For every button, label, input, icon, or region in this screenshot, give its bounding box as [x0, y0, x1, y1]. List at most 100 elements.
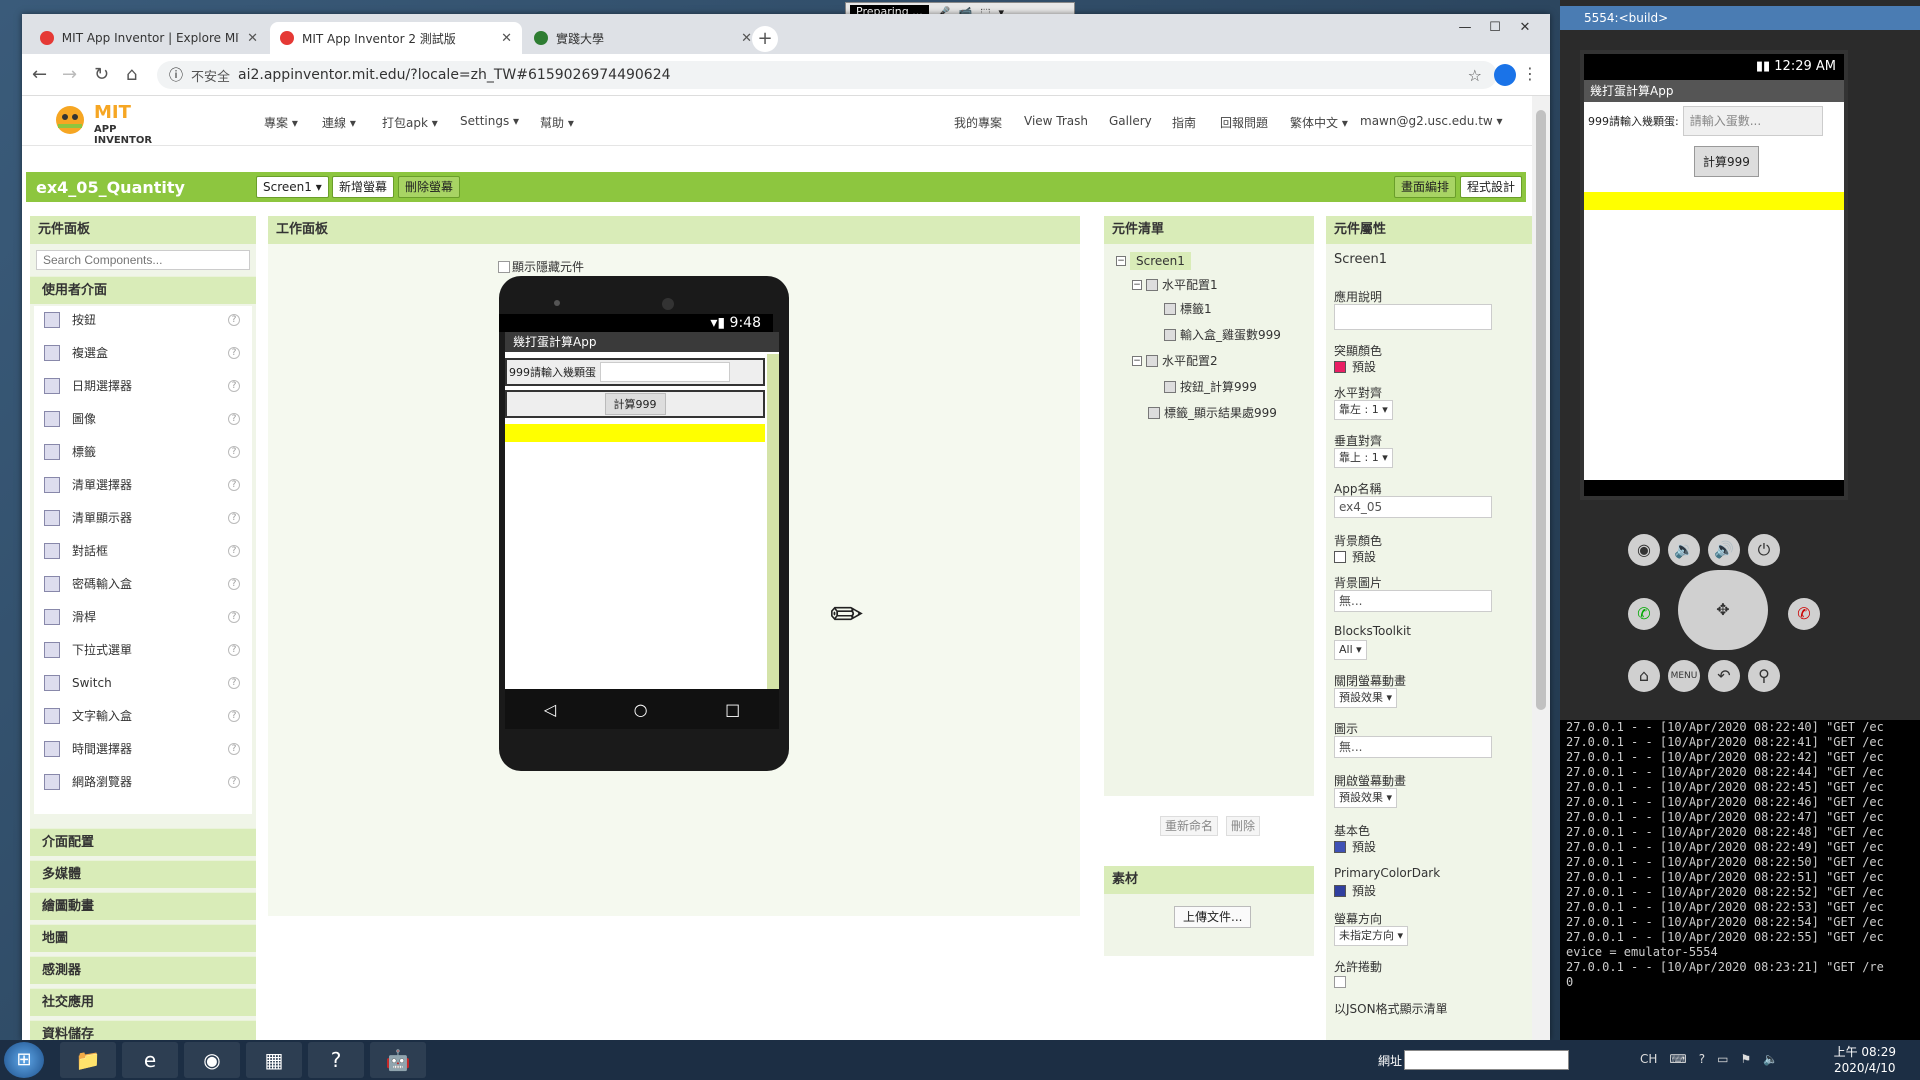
- help-icon[interactable]: ?: [228, 709, 240, 722]
- menu-guide[interactable]: 指南: [1172, 114, 1196, 131]
- result-label[interactable]: [505, 424, 765, 442]
- menu-button[interactable]: MENU: [1668, 660, 1700, 692]
- back-icon[interactable]: ↶: [1708, 660, 1740, 692]
- help-icon[interactable]: ?: [228, 478, 240, 491]
- palette-item[interactable]: 日期選擇器?: [34, 372, 252, 399]
- collapse-icon[interactable]: −: [1132, 355, 1142, 366]
- power-icon[interactable]: ⏻: [1748, 534, 1780, 566]
- upload-file-button[interactable]: 上傳文件...: [1174, 906, 1252, 928]
- label1[interactable]: 999請輸入幾顆蛋: [509, 364, 596, 380]
- camera-icon[interactable]: ◉: [1628, 534, 1660, 566]
- checkbox[interactable]: [498, 260, 510, 273]
- closeanim-select[interactable]: 預設效果 ▾: [1334, 688, 1398, 708]
- horizontal-arrangement-2[interactable]: 計算999: [505, 390, 765, 418]
- accent-color[interactable]: 預設: [1334, 358, 1376, 375]
- end-call-icon[interactable]: ✆: [1788, 598, 1820, 630]
- mit-logo[interactable]: MIT APP INVENTOR: [52, 100, 172, 146]
- menu-report[interactable]: 回報問題: [1220, 114, 1268, 131]
- tree-node[interactable]: 標籤_顯示結果處999: [1148, 404, 1277, 421]
- emulator-calc-button[interactable]: 計算999: [1694, 146, 1759, 177]
- palette-item[interactable]: 清單顯示器?: [34, 504, 252, 531]
- node-label[interactable]: 按鈕_計算999: [1180, 378, 1257, 395]
- help-icon[interactable]: ?: [228, 511, 240, 524]
- dpad[interactable]: ✥: [1678, 570, 1768, 650]
- keyboard-icon[interactable]: ⌨: [1669, 1052, 1686, 1066]
- menu-help[interactable]: 幫助 ▾: [540, 114, 574, 131]
- chrome-icon[interactable]: ◉: [184, 1042, 240, 1078]
- section-layout[interactable]: 介面配置: [30, 828, 256, 856]
- delete-button[interactable]: 刪除: [1226, 816, 1261, 836]
- forward-icon[interactable]: →: [62, 64, 77, 85]
- help-icon[interactable]: ?: [228, 676, 240, 689]
- node-label[interactable]: Screen1: [1130, 252, 1191, 270]
- close-icon[interactable]: ✕: [741, 31, 752, 46]
- palette-item[interactable]: 密碼輸入盒?: [34, 570, 252, 597]
- valign-select[interactable]: 靠上 : 1 ▾: [1334, 448, 1393, 468]
- palette-item[interactable]: 複選盒?: [34, 339, 252, 366]
- close-icon[interactable]: ✕: [247, 31, 258, 46]
- blocks-button[interactable]: 程式設計: [1460, 176, 1523, 198]
- screen-select[interactable]: Screen1 ▾: [256, 176, 329, 198]
- palette-item[interactable]: 下拉式選單?: [34, 636, 252, 663]
- url-bar[interactable]: ⓘ 不安全 ai2.appinventor.mit.edu/?locale=zh…: [157, 61, 1497, 89]
- minimize-button[interactable]: —: [1452, 20, 1478, 38]
- info-icon[interactable]: ⓘ: [169, 65, 183, 85]
- tab-explore[interactable]: MIT App Inventor | Explore MIT ✕: [30, 22, 268, 54]
- help-icon[interactable]: ?: [228, 643, 240, 656]
- page-scrollbar[interactable]: [1532, 96, 1550, 1040]
- palette-item[interactable]: 圖像?: [34, 405, 252, 432]
- net-address-input[interactable]: [1404, 1050, 1569, 1070]
- palette-item[interactable]: 文字輸入盒?: [34, 702, 252, 729]
- blockstoolkit-select[interactable]: All ▾: [1334, 640, 1367, 660]
- help-icon[interactable]: ?: [228, 544, 240, 557]
- drive-icon[interactable]: ▦: [246, 1042, 302, 1078]
- node-label[interactable]: 輸入盒_雞蛋數999: [1180, 326, 1281, 343]
- volume-down-icon[interactable]: 🔉: [1668, 534, 1700, 566]
- calc-button[interactable]: 計算999: [604, 393, 666, 415]
- menu-settings[interactable]: Settings ▾: [460, 114, 519, 128]
- explorer-icon[interactable]: 📁: [60, 1042, 116, 1078]
- openanim-select[interactable]: 預設效果 ▾: [1334, 788, 1398, 808]
- help-icon[interactable]: ?: [228, 313, 240, 326]
- network-icon[interactable]: ▭: [1717, 1052, 1728, 1066]
- search-components-input[interactable]: [36, 250, 250, 270]
- palette-item[interactable]: 滑桿?: [34, 603, 252, 630]
- collapse-icon[interactable]: −: [1116, 256, 1126, 266]
- node-label[interactable]: 標籤1: [1180, 300, 1212, 317]
- section-sensors[interactable]: 感測器: [30, 956, 256, 984]
- call-icon[interactable]: ✆: [1628, 598, 1660, 630]
- home-icon[interactable]: ⌂: [1628, 660, 1660, 692]
- halign-select[interactable]: 靠左 : 1 ▾: [1334, 400, 1393, 420]
- close-window-button[interactable]: ✕: [1512, 20, 1538, 38]
- primarydark-color[interactable]: 預設: [1334, 882, 1376, 899]
- flag-icon[interactable]: ⚑: [1740, 1052, 1751, 1066]
- home-icon[interactable]: ⌂: [126, 64, 137, 85]
- section-media[interactable]: 多媒體: [30, 860, 256, 888]
- palette-item[interactable]: Switch?: [34, 669, 252, 696]
- menu-gallery[interactable]: Gallery: [1109, 114, 1152, 128]
- show-hidden-checkbox[interactable]: 顯示隱藏元件: [498, 258, 584, 275]
- url-text[interactable]: ai2.appinventor.mit.edu/?locale=zh_TW#61…: [238, 67, 671, 83]
- add-screen-button[interactable]: 新增螢幕: [332, 176, 395, 198]
- section-storage[interactable]: 資料儲存: [30, 1020, 256, 1040]
- profile-avatar[interactable]: [1494, 64, 1516, 86]
- palette-item[interactable]: 按鈕?: [34, 306, 252, 333]
- menu-project[interactable]: 專案 ▾: [264, 114, 298, 131]
- tab-ai2[interactable]: MIT App Inventor 2 測試版 ✕: [270, 22, 522, 54]
- scroll-thumb[interactable]: [1536, 110, 1546, 710]
- clock[interactable]: 上午 08:29 2020/4/10: [1834, 1044, 1896, 1076]
- palette-item[interactable]: 網路瀏覽器?: [34, 768, 252, 795]
- palette-item[interactable]: 對話框?: [34, 537, 252, 564]
- search-icon[interactable]: ⚲: [1748, 660, 1780, 692]
- icon-input[interactable]: 無...: [1334, 736, 1492, 758]
- rename-button[interactable]: 重新命名: [1160, 816, 1219, 836]
- tree-node-screen1[interactable]: − Screen1: [1116, 252, 1191, 270]
- node-label[interactable]: 標籤_顯示結果處999: [1164, 404, 1277, 421]
- tree-node[interactable]: 標籤1: [1164, 300, 1212, 317]
- section-user-interface[interactable]: 使用者介面: [30, 276, 256, 304]
- bgimg-input[interactable]: 無...: [1334, 590, 1492, 612]
- menu-kebab-icon[interactable]: ⋮: [1522, 64, 1538, 83]
- tab-usc[interactable]: 實踐大學 ✕: [524, 22, 762, 54]
- help-icon[interactable]: ?: [1699, 1052, 1705, 1066]
- remove-screen-button[interactable]: 刪除螢幕: [398, 176, 461, 198]
